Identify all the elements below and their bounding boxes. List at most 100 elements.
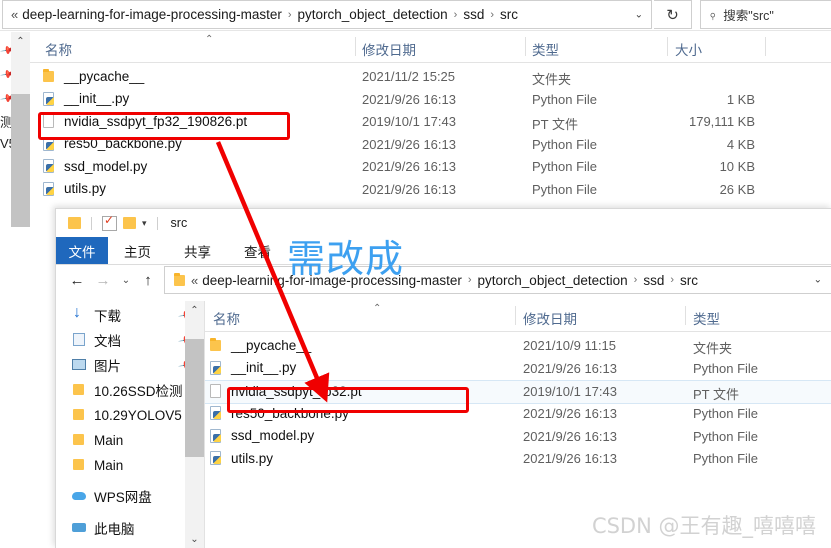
table-row[interactable]: __pycache__ 2021/11/2 15:25 文件夹 bbox=[30, 66, 831, 88]
table-row[interactable]: __init__.py 2021/9/26 16:13 Python File … bbox=[30, 89, 831, 111]
table-row[interactable]: utils.py 2021/9/26 16:13 Python File bbox=[205, 448, 831, 470]
file-name-cell[interactable]: __init__.py bbox=[209, 360, 296, 376]
chevron-down-icon[interactable]: ⌄ bbox=[814, 275, 822, 286]
up-icon[interactable]: ↑ bbox=[138, 269, 158, 291]
chevron-down-icon[interactable]: ⌄ bbox=[118, 269, 134, 291]
column-divider[interactable] bbox=[667, 37, 668, 56]
breadcrumb-segment-1[interactable]: pytorch_object_detection bbox=[478, 273, 628, 288]
column-header-date[interactable]: 修改日期 bbox=[523, 308, 577, 328]
outer-search-input[interactable]: ⌕ 搜索"src" bbox=[700, 0, 831, 29]
breadcrumb-segment-3[interactable]: src bbox=[500, 7, 518, 22]
file-name-cell[interactable]: ssd_model.py bbox=[42, 158, 147, 174]
file-name-text: __init__.py bbox=[231, 360, 297, 375]
python-file-icon bbox=[209, 360, 223, 376]
table-row[interactable]: __pycache__ 2021/10/9 11:15 文件夹 bbox=[205, 335, 831, 357]
download-icon bbox=[72, 304, 87, 322]
table-row[interactable]: utils.py 2021/9/26 16:13 Python File 26 … bbox=[30, 179, 831, 201]
scrollbar-thumb[interactable] bbox=[11, 94, 30, 227]
sidebar-item-documents[interactable]: 文档 bbox=[72, 328, 121, 352]
column-divider[interactable] bbox=[515, 306, 516, 325]
file-name-cell[interactable]: nvidia_ssdpyt_fp32_190826.pt bbox=[42, 113, 247, 129]
breadcrumb-segment-1[interactable]: pytorch_object_detection bbox=[298, 7, 448, 22]
file-date-cell: 2021/9/26 16:13 bbox=[523, 428, 617, 444]
sidebar-item-yolov5-folder[interactable]: 10.29YOLOV5 bbox=[72, 403, 182, 427]
file-name-cell[interactable]: res50_backbone.py bbox=[42, 136, 182, 152]
chevron-down-icon[interactable]: ⌄ bbox=[635, 9, 643, 20]
forward-icon[interactable]: → bbox=[92, 269, 114, 291]
inner-title-bar[interactable]: ▾ src bbox=[56, 209, 831, 237]
breadcrumb-segment-0[interactable]: deep-learning-for-image-processing-maste… bbox=[22, 7, 282, 22]
table-row[interactable]: res50_backbone.py 2021/9/26 16:13 Python… bbox=[205, 403, 831, 425]
column-header-type[interactable]: 类型 bbox=[693, 308, 720, 328]
breadcrumb-segment-2[interactable]: ssd bbox=[643, 273, 664, 288]
file-type-cell: Python File bbox=[532, 136, 598, 152]
table-row[interactable]: __init__.py 2021/9/26 16:13 Python File bbox=[205, 358, 831, 380]
sidebar-item-wps-cloud[interactable]: WPS网盘 bbox=[72, 484, 152, 508]
sidebar-item-ssd-folder[interactable]: 10.26SSD检测 bbox=[72, 378, 183, 402]
file-name-cell[interactable]: nvidia_ssdpyt_fp32.pt bbox=[209, 383, 362, 399]
file-name-cell[interactable]: utils.py bbox=[209, 450, 273, 466]
sidebar-item-pictures[interactable]: 图片 bbox=[72, 353, 121, 377]
breadcrumb-segment-2[interactable]: ssd bbox=[463, 7, 484, 22]
column-divider[interactable] bbox=[685, 306, 686, 325]
properties-icon[interactable] bbox=[102, 213, 117, 231]
sidebar-item-this-pc[interactable]: 此电脑 bbox=[72, 516, 135, 540]
tab-home[interactable]: 主页 bbox=[124, 237, 151, 264]
chevron-right-icon: › bbox=[670, 274, 674, 286]
watermark-text: CSDN @王有趣_嘻嘻嘻 bbox=[591, 514, 816, 538]
column-divider[interactable] bbox=[765, 37, 766, 56]
tab-file[interactable]: 文件 bbox=[56, 237, 108, 264]
file-date-cell: 2021/10/9 11:15 bbox=[523, 338, 617, 353]
file-name-cell[interactable]: utils.py bbox=[42, 181, 106, 197]
scroll-down-icon[interactable]: ⌄ bbox=[185, 530, 204, 548]
file-date-cell: 2021/9/26 16:13 bbox=[362, 136, 456, 152]
breadcrumb-segment-3[interactable]: src bbox=[680, 273, 698, 288]
file-date-cell: 2021/9/26 16:13 bbox=[523, 406, 617, 421]
table-row[interactable]: res50_backbone.py 2021/9/26 16:13 Python… bbox=[30, 134, 831, 156]
table-row[interactable]: ssd_model.py 2021/9/26 16:13 Python File… bbox=[30, 156, 831, 178]
column-header-type[interactable]: 类型 bbox=[532, 39, 559, 59]
file-name-cell[interactable]: __pycache__ bbox=[42, 68, 144, 84]
file-type-cell: PT 文件 bbox=[693, 387, 739, 402]
table-row[interactable]: ssd_model.py 2021/9/26 16:13 Python File bbox=[205, 426, 831, 448]
chevron-down-icon[interactable]: ▾ bbox=[142, 218, 147, 229]
cloud-icon bbox=[72, 489, 87, 503]
back-icon[interactable]: ← bbox=[66, 269, 88, 291]
outer-nav-scrollbar[interactable]: ⌃ bbox=[11, 32, 30, 227]
column-divider[interactable] bbox=[525, 37, 526, 56]
column-divider[interactable] bbox=[355, 37, 356, 56]
annotation-blue-text: 需改成 bbox=[287, 237, 405, 281]
file-name-cell[interactable]: __pycache__ bbox=[209, 337, 311, 353]
file-type-cell: Python File bbox=[693, 428, 759, 444]
generic-file-icon bbox=[42, 113, 56, 129]
tab-share[interactable]: 共享 bbox=[184, 237, 211, 264]
file-name-cell[interactable]: ssd_model.py bbox=[209, 428, 314, 444]
table-row[interactable]: nvidia_ssdpyt_fp32_190826.pt 2019/10/1 1… bbox=[30, 111, 831, 133]
column-header-size[interactable]: 大小 bbox=[675, 39, 702, 59]
file-name-cell[interactable]: __init__.py bbox=[42, 91, 129, 107]
file-name-cell[interactable]: res50_backbone.py bbox=[209, 405, 349, 421]
sidebar-item-label: 此电脑 bbox=[94, 522, 135, 537]
inner-breadcrumb[interactable]: « deep-learning-for-image-processing-mas… bbox=[164, 266, 831, 294]
table-row-selected[interactable]: nvidia_ssdpyt_fp32.pt 2019/10/1 17:43 PT… bbox=[205, 380, 831, 404]
column-header-name[interactable]: 名称 bbox=[213, 308, 240, 328]
new-folder-icon[interactable] bbox=[123, 217, 136, 229]
sidebar-item-main-2[interactable]: Main bbox=[72, 453, 123, 477]
sidebar-item-downloads[interactable]: 下载 bbox=[72, 303, 121, 327]
scroll-up-icon[interactable]: ⌃ bbox=[185, 301, 204, 319]
inner-nav-scrollbar[interactable]: ⌃ ⌄ bbox=[185, 301, 204, 548]
refresh-icon[interactable]: ↻ bbox=[654, 0, 692, 29]
pictures-icon bbox=[72, 358, 87, 372]
scrollbar-thumb[interactable] bbox=[185, 339, 204, 457]
outer-breadcrumb[interactable]: « deep-learning-for-image-processing-mas… bbox=[2, 0, 652, 29]
file-name-text: ssd_model.py bbox=[231, 428, 315, 443]
tab-view[interactable]: 查看 bbox=[244, 237, 271, 264]
file-type-cell: 文件夹 bbox=[693, 341, 733, 356]
column-header-name[interactable]: 名称 bbox=[45, 39, 72, 59]
file-date-cell: 2021/9/26 16:13 bbox=[523, 451, 617, 466]
scroll-up-icon[interactable]: ⌃ bbox=[11, 32, 30, 50]
folder-icon bbox=[72, 458, 87, 472]
sidebar-item-main-1[interactable]: Main bbox=[72, 428, 123, 452]
file-date-cell: 2021/11/2 15:25 bbox=[362, 69, 456, 84]
column-header-date[interactable]: 修改日期 bbox=[362, 39, 416, 59]
